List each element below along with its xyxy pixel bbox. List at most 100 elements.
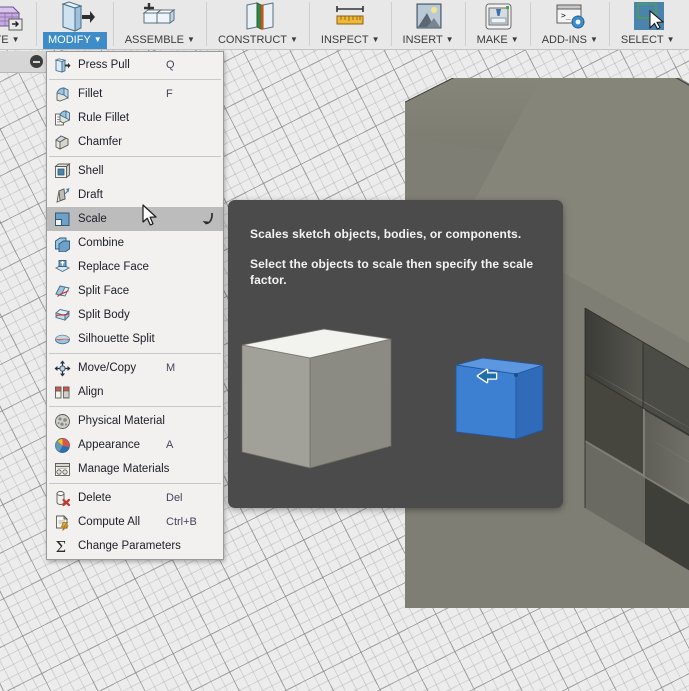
tooltip-title: Scales sketch objects, bodies, or compon… [250, 227, 522, 241]
minus-circle-icon[interactable] [30, 55, 43, 68]
toolbar-group-addins[interactable]: >_ ADD-INS ▼ [531, 0, 609, 50]
toolbar-group-inspect-label: INSPECT ▼ [320, 34, 380, 46]
menu-item-label: Shell [78, 165, 104, 177]
menu-item-label: Chamfer [78, 136, 123, 148]
menu-item-move-copy[interactable]: Move/Copy M [47, 356, 223, 380]
menu-item-delete[interactable]: Delete Del [47, 486, 223, 510]
chevron-down-icon: ▼ [187, 35, 195, 44]
toolbar-group-insert[interactable]: INSERT ▼ [392, 0, 465, 50]
draft-icon [53, 186, 71, 204]
menu-item-manage-materials[interactable]: Manage Materials [47, 457, 223, 481]
menu-item-split-body[interactable]: Split Body [47, 303, 223, 327]
toolbar-group-construct[interactable]: CONSTRUCT ▼ [207, 0, 309, 50]
move-copy-icon [53, 359, 71, 377]
menu-item-label: Move/Copy [78, 362, 137, 374]
menu-item-combine[interactable]: Combine [47, 231, 223, 255]
select-cursor-icon [625, 1, 671, 32]
illustration-small-cube [455, 357, 544, 440]
menu-separator [49, 406, 221, 407]
menu-item-label: Compute All [78, 516, 141, 528]
manage-materials-icon [53, 460, 71, 478]
create-icon [0, 1, 30, 32]
menu-item-fillet[interactable]: Fillet F [47, 82, 223, 106]
replace-face-icon [53, 258, 71, 276]
toolbar-group-create[interactable]: TE▼ [0, 0, 36, 50]
svg-text:>_: >_ [561, 11, 571, 20]
toolbar-group-select-label: SELECT ▼ [620, 34, 675, 46]
chevron-down-icon: ▼ [666, 35, 675, 44]
menu-item-compute-all[interactable]: Compute All Ctrl+B [47, 510, 223, 534]
menu-item-shell[interactable]: Shell [47, 159, 223, 183]
chevron-down-icon: ▼ [445, 35, 454, 44]
menu-item-appearance[interactable]: Appearance A [47, 433, 223, 457]
chevron-down-icon: ▼ [589, 35, 598, 44]
silhouette-split-icon [53, 330, 71, 348]
tooltip-illustration [228, 305, 563, 508]
menu-item-shortcut: A [166, 439, 174, 451]
shell-icon [53, 162, 71, 180]
inspect-measure-icon [327, 1, 373, 32]
menu-item-press-pull[interactable]: Press Pull Q [47, 53, 223, 77]
svg-text:Σ: Σ [55, 538, 66, 555]
menu-item-draft[interactable]: Draft [47, 183, 223, 207]
fillet-icon [53, 85, 71, 103]
toolbar-group-construct-label: CONSTRUCT ▼ [217, 34, 298, 46]
toolbar-group-inspect[interactable]: INSPECT ▼ [310, 0, 391, 50]
menu-item-replace-face[interactable]: Replace Face [47, 255, 223, 279]
menu-item-silhouette-split[interactable]: Silhouette Split [47, 327, 223, 351]
toolbar-group-modify[interactable]: MODIFY ▼ [37, 0, 113, 50]
mouse-cursor [142, 204, 160, 231]
menu-item-split-face[interactable]: Split Face [47, 279, 223, 303]
menu-item-label: Split Face [78, 285, 130, 297]
menu-item-shortcut: F [166, 88, 173, 100]
toolbar-group-make-label: MAKE ▼ [476, 34, 519, 46]
chevron-down-icon: ▼ [510, 35, 519, 44]
menu-item-label: Replace Face [78, 261, 149, 273]
toolbar-group-select[interactable]: SELECT ▼ [610, 0, 686, 50]
menu-item-shortcut: Del [166, 492, 183, 504]
chevron-down-icon: ▼ [371, 35, 380, 44]
construct-plane-icon [235, 1, 281, 32]
menu-item-change-parameters[interactable]: Σ Change Parameters [47, 534, 223, 558]
chamfer-icon [53, 133, 71, 151]
menu-item-label: Change Parameters [78, 540, 181, 552]
menu-separator [49, 353, 221, 354]
ribbon-toolbar[interactable]: TE▼ MODIFY▼ [0, 0, 689, 50]
command-tooltip: Scales sketch objects, bodies, or compon… [228, 200, 563, 508]
toolbar-group-make[interactable]: MAKE ▼ [466, 0, 530, 50]
menu-item-label: Silhouette Split [78, 333, 155, 345]
menu-item-label: Physical Material [78, 415, 165, 427]
split-body-icon [53, 306, 71, 324]
toolbar-group-assemble[interactable]: ASSEMBLE ▼ [114, 0, 206, 50]
menu-item-label: Rule Fillet [78, 112, 130, 124]
menu-item-label: Align [78, 386, 104, 398]
split-face-icon [53, 282, 71, 300]
marking-menu-arc-icon [201, 212, 215, 229]
modify-dropdown-menu[interactable]: Press Pull Q Fillet F Rule Fillet Chamfe… [46, 51, 224, 560]
menu-item-label: Split Body [78, 309, 130, 321]
menu-item-label: Manage Materials [78, 463, 170, 475]
menu-item-scale[interactable]: Scale [47, 207, 223, 231]
chevron-down-icon: ▼ [93, 35, 102, 44]
menu-item-label: Press Pull [78, 59, 130, 71]
toolbar-group-modify-label: MODIFY ▼ [43, 32, 107, 49]
menu-item-label: Fillet [78, 88, 103, 100]
make-3dprint-icon [475, 1, 521, 32]
menu-item-physical-material[interactable]: Physical Material [47, 409, 223, 433]
menu-item-shortcut: M [166, 362, 176, 374]
menu-item-shortcut: Q [166, 59, 175, 71]
chevron-down-icon: ▼ [11, 35, 20, 44]
browser-panel-header[interactable] [0, 51, 48, 73]
menu-item-chamfer[interactable]: Chamfer [47, 130, 223, 154]
menu-item-label: Appearance [78, 439, 141, 451]
menu-item-align[interactable]: Align [47, 380, 223, 404]
menu-item-rule-fillet[interactable]: Rule Fillet [47, 106, 223, 130]
chevron-down-icon: ▼ [290, 35, 298, 44]
compute-all-icon [53, 513, 71, 531]
menu-item-label: Delete [78, 492, 112, 504]
tooltip-body: Select the objects to scale then specify… [250, 257, 534, 287]
change-parameters-icon: Σ [53, 537, 71, 555]
rule-fillet-icon [53, 109, 71, 127]
menu-separator [49, 156, 221, 157]
modify-push-pull-icon [52, 0, 98, 32]
